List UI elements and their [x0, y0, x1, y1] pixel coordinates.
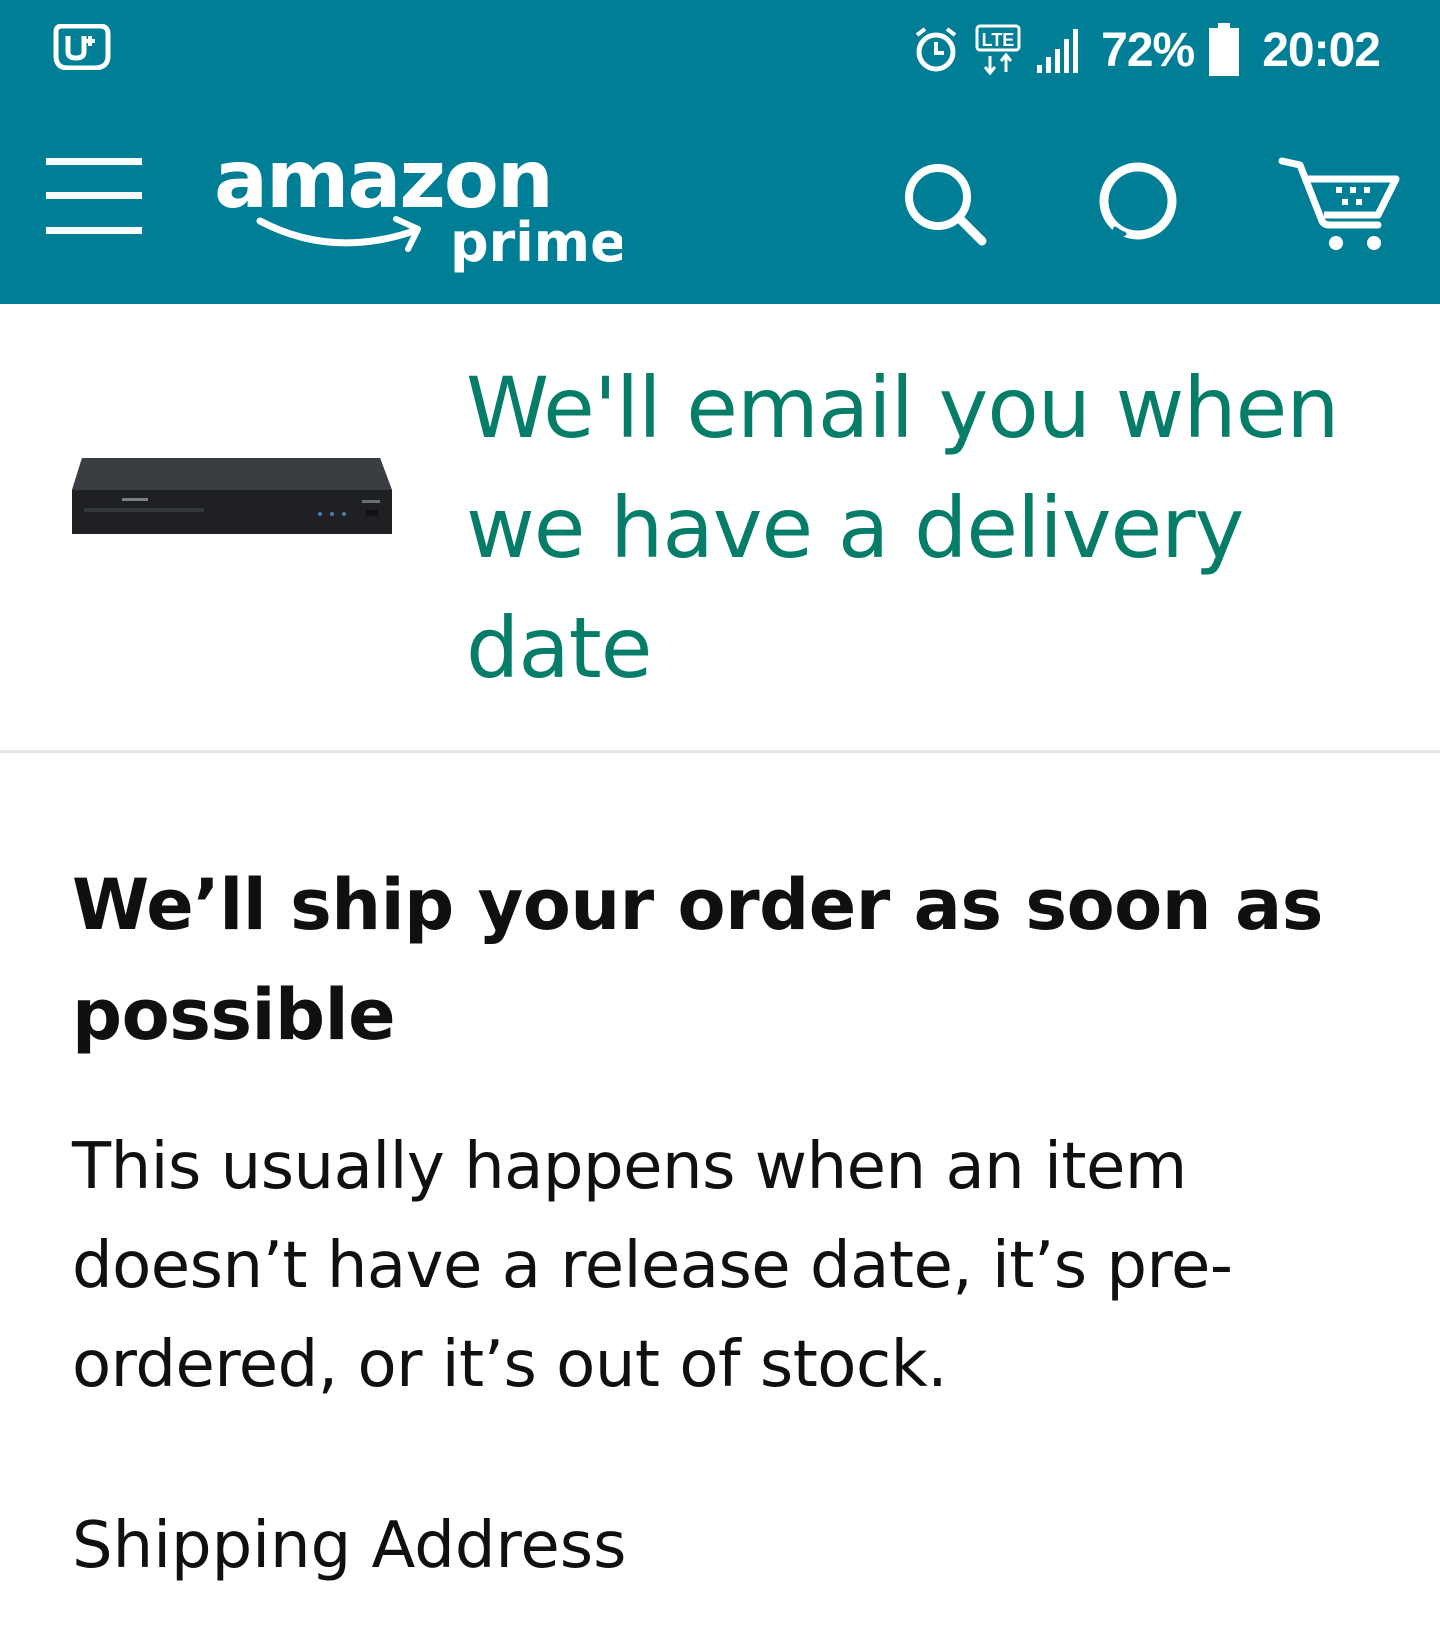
delivery-date-notice: We'll email you when we have a delivery …: [0, 304, 1440, 754]
delivery-date-message: We'll email you when we have a delivery …: [466, 359, 1340, 697]
battery-percent: 72%: [1101, 23, 1195, 77]
logo-sub: prime: [450, 211, 622, 274]
blu-ray-player-image[interactable]: [70, 454, 394, 544]
lte-label: LTE: [982, 30, 1015, 50]
amazon-prime-logo[interactable]: amazon prime: [212, 133, 622, 283]
status-indicators: LTE 72% 20:02: [911, 20, 1381, 80]
clock-time: 20:02: [1262, 23, 1381, 77]
hamburger-menu-icon[interactable]: [46, 158, 144, 238]
ship-soon-explanation: This usually happens when an item doesn’…: [72, 1130, 1233, 1402]
section-divider: [0, 750, 1440, 753]
alarm-icon: [915, 27, 957, 72]
ship-soon-heading: We’ll ship your order as soon as possibl…: [72, 864, 1323, 1056]
alexa-icon[interactable]: [1096, 161, 1180, 245]
search-icon[interactable]: [902, 161, 988, 247]
shipping-address-label: Shipping Address: [72, 1509, 627, 1583]
cart-icon[interactable]: [1278, 155, 1400, 253]
app-header: amazon prime: [0, 103, 1440, 304]
signal-icon: [1037, 29, 1079, 73]
lte-data-icon: LTE: [975, 24, 1021, 76]
u-plus-app-icon: [53, 24, 111, 70]
battery-icon: [1209, 23, 1240, 76]
status-bar: LTE 72% 20:02: [0, 0, 1440, 103]
